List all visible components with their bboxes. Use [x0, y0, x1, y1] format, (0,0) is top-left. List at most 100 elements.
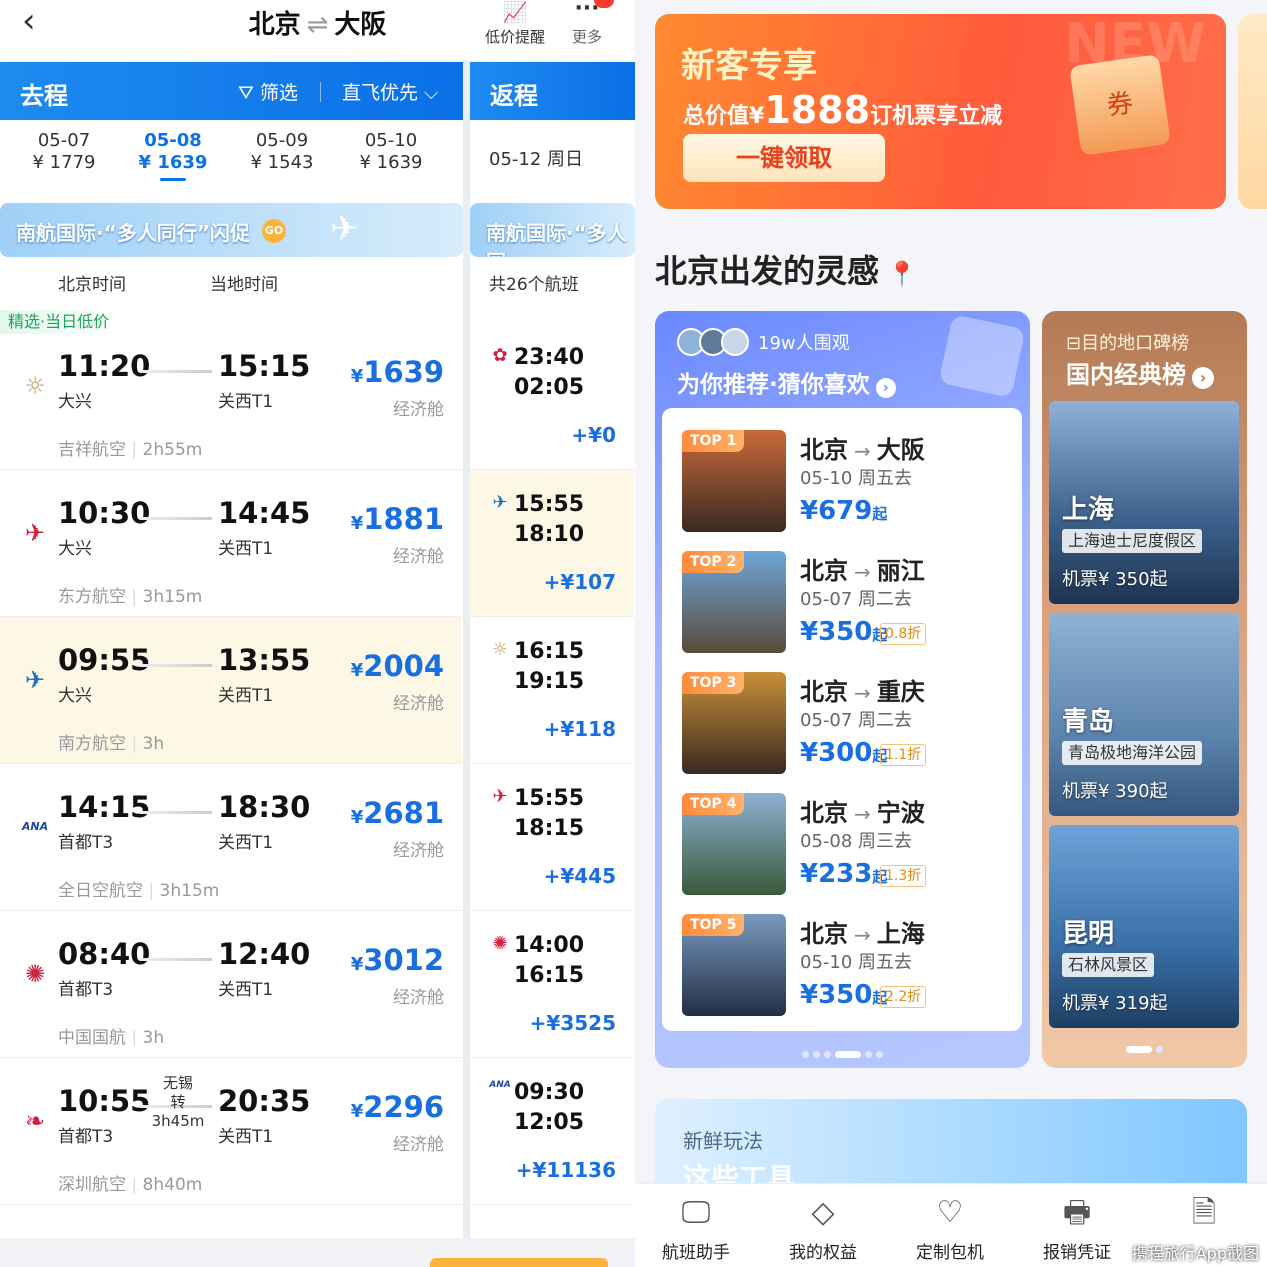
flight-row[interactable]: ❧ 10:55 20:35 首都T3 关西T1 ¥2296 经济舱 深圳航空 |…	[0, 1058, 462, 1205]
flight-row[interactable]: ANA 14:15 18:30 首都T3 关西T1 ¥2681 经济舱 全日空航…	[0, 764, 462, 911]
discount-badge: 0.8折	[880, 623, 927, 645]
discount-badge: 1.1折	[880, 744, 927, 766]
destination-card[interactable]: 青岛 青岛极地海洋公园 机票¥ 390起	[1049, 613, 1239, 816]
arrow-right-icon: →	[854, 439, 871, 463]
receipt-icon: 🖶	[1062, 1195, 1092, 1230]
tab-outbound[interactable]: 去程 ⛛ 筛选 直飞优先 ⌵	[0, 62, 463, 120]
recommend-title[interactable]: 为你推荐·猜你喜欢 ›	[677, 365, 896, 399]
tab-flight-assistant[interactable]: 🖵 航班助手	[641, 1194, 751, 1263]
return-flight-row[interactable]: ✿ 23:40 02:05 +¥0	[470, 323, 634, 470]
arrow-right-icon: →	[854, 923, 871, 947]
location-pin-icon: 📍	[887, 260, 917, 288]
stopover-info: 无锡转 3h45m	[151, 1074, 205, 1130]
route-line	[140, 517, 212, 520]
charter-icon: ♡	[936, 1195, 964, 1230]
flight-assistant-icon: 🖵	[681, 1195, 711, 1230]
flight-price: ¥3012	[350, 943, 444, 977]
flight-price: ¥1881	[350, 502, 444, 536]
coupon-icon: 券	[1069, 54, 1171, 156]
tab-document[interactable]: 🗎	[1149, 1194, 1259, 1232]
date-selector: 05-07 ¥ 1779 05-08 ¥ 1639 05-09 ¥ 1543 05-1…	[0, 120, 463, 190]
recommend-item[interactable]: TOP 3 北京 → 重庆 05-07 周二去 ¥300起 1.1折	[682, 672, 1012, 776]
return-flight-row[interactable]: ✈ 15:55 18:10 +¥107	[470, 470, 634, 617]
recommend-item[interactable]: TOP 1 北京 → 大阪 05-10 周五去 ¥679起	[682, 430, 1012, 534]
arrow-right-icon: →	[854, 560, 871, 584]
flight-price: ¥1639	[350, 355, 444, 389]
beijing-time-header: 北京时间	[58, 275, 126, 295]
chevron-down-icon: ⌵	[418, 82, 439, 104]
date-option-selected[interactable]: 05-08 ¥ 1639	[119, 130, 227, 181]
arrow-right-circle-icon: ›	[1192, 367, 1214, 389]
selected-indicator	[160, 178, 186, 181]
bottom-bar-partial	[0, 1238, 635, 1267]
destination-card[interactable]: 上海 上海迪士尼度假区 机票¥ 350起	[1049, 401, 1239, 604]
document-icon: 🗎	[1191, 1195, 1217, 1230]
flight-row[interactable]: ✈ 09:55 13:55 大兴 关西T1 ¥2004 经济舱 南方航空 | 3…	[0, 617, 462, 764]
airplane-icon: ✈	[330, 209, 359, 249]
claim-button[interactable]: 一键领取	[683, 134, 885, 182]
route-line	[140, 811, 212, 814]
filter-button[interactable]: ⛛ 筛选	[238, 78, 298, 105]
ana-logo: ANA	[489, 1080, 511, 1090]
new-user-promo[interactable]: NEW 新客专享 总价值¥1888订机票享立减 一键领取 券	[655, 14, 1226, 209]
pick-tag: 精选·当日低价	[0, 310, 122, 334]
arrow-right-circle-icon: ›	[875, 378, 896, 398]
flight-price: ¥2004	[350, 649, 444, 683]
go-badge: GO	[262, 219, 286, 243]
pager-dots	[655, 1043, 1030, 1062]
avatar-group	[677, 328, 755, 356]
filter-icon: ⛛	[238, 82, 260, 104]
column-divider	[463, 60, 470, 1240]
juneyao-logo: ☼	[24, 372, 46, 400]
promo-banner-return[interactable]: 南航国际·“多人同	[470, 203, 635, 257]
flight-search-panel: ‹ 北京 ⇌ 大阪 📈 低价提醒 ··· 更多 去程 ⛛ 筛选 直飞优先 ⌵ 返程 …	[0, 0, 635, 1267]
china-eastern-logo: ✈	[492, 786, 508, 807]
recommend-item[interactable]: TOP 5 北京 → 上海 05-10 周五去 ¥350起 2.2折	[682, 914, 1012, 1018]
divider	[320, 82, 321, 102]
flight-count: 共26个航班	[489, 275, 579, 295]
flight-row[interactable]: ☼ 11:20 15:15 大兴 关西T1 ¥1639 经济舱 吉祥航空 | 2…	[0, 323, 462, 470]
rank-badge: TOP 3	[682, 672, 745, 694]
recommend-item[interactable]: TOP 4 北京 → 宁波 05-08 周三去 ¥233起 1.3折	[682, 793, 1012, 897]
return-flight-row[interactable]: ✈ 15:55 18:15 +¥445	[470, 764, 634, 911]
section-title: 北京出发的灵感 📍	[655, 252, 917, 290]
rank-badge: TOP 4	[682, 793, 745, 815]
flight-row[interactable]: ✺ 08:40 12:40 首都T3 关西T1 ¥3012 经济舱 中国国航 |…	[0, 911, 462, 1058]
route-line	[140, 664, 212, 667]
ranking-title[interactable]: 国内经典榜 ›	[1066, 355, 1214, 390]
date-option[interactable]: 05-07 ¥ 1779	[10, 130, 118, 174]
promo-banner[interactable]: 南航国际·“多人同行”闪促 GO ✈	[0, 203, 463, 257]
recommend-item[interactable]: TOP 2 北京 → 丽江 05-07 周二去 ¥350起 0.8折	[682, 551, 1012, 655]
discount-badge: 2.2折	[880, 986, 927, 1008]
top-bar: ‹ 北京 ⇌ 大阪 📈 低价提醒 ··· 更多	[0, 0, 635, 60]
price-alert-icon: 📈	[502, 0, 528, 24]
sichuan-logo: ✿	[492, 345, 508, 366]
rank-badge: TOP 1	[682, 430, 745, 452]
destination-card[interactable]: 昆明 石林风景区 机票¥ 319起	[1049, 825, 1239, 1028]
return-flight-row[interactable]: ☼ 16:15 19:15 +¥118	[470, 617, 634, 764]
arrow-right-icon: →	[854, 681, 871, 705]
tab-charter[interactable]: ♡ 定制包机	[895, 1194, 1005, 1263]
china-eastern-logo: ✈	[24, 519, 46, 547]
route-line	[140, 370, 212, 373]
sort-dropdown[interactable]: 直飞优先 ⌵	[342, 78, 438, 105]
discount-badge: 1.3折	[880, 865, 927, 887]
price-alert-button[interactable]: 📈 低价提醒	[480, 0, 550, 47]
return-flight-row[interactable]: ✺ 14:00 16:15 +¥3525	[470, 911, 634, 1058]
flight-row[interactable]: ✈ 10:30 14:45 大兴 关西T1 ¥1881 经济舱 东方航空 | 3…	[0, 470, 462, 617]
flight-price: ¥2681	[350, 796, 444, 830]
recommend-card: 19w人围观 为你推荐·猜你喜欢 › TOP 1 北京 → 大阪 05-10 周五去 …	[655, 311, 1030, 1068]
tab-return[interactable]: 返程	[470, 62, 635, 120]
date-option[interactable]: 05-10 ¥ 1639	[337, 130, 445, 174]
air-china-logo: ✺	[492, 933, 508, 954]
return-date[interactable]: 05-12 周日	[470, 120, 635, 190]
air-china-logo: ✺	[24, 960, 46, 988]
tab-benefits[interactable]: ◇ 我的权益	[768, 1194, 878, 1263]
inspiration-panel: NEW 新客专享 总价值¥1888订机票享立减 一键领取 券 北京出发的灵感 📍 …	[635, 0, 1267, 1267]
shenzhen-airlines-logo: ❧	[24, 1107, 46, 1135]
china-southern-logo: ✈	[24, 666, 46, 694]
date-option[interactable]: 05-09 ¥ 1543	[228, 130, 336, 174]
next-promo-card[interactable]	[1238, 14, 1267, 209]
tab-receipt[interactable]: 🖶 报销凭证	[1022, 1194, 1132, 1263]
return-flight-row[interactable]: ANA 09:30 12:05 +¥11136	[470, 1058, 634, 1205]
